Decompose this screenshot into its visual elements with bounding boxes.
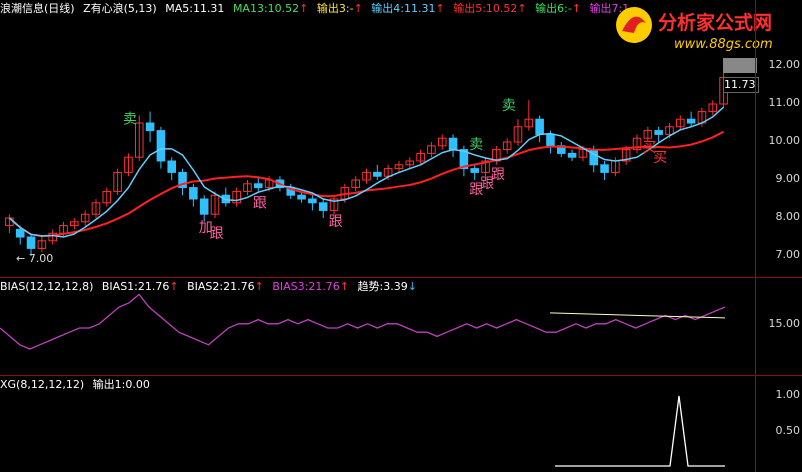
bias-chart[interactable] [0,280,755,374]
candle-body [145,122,155,132]
candle-body [686,118,696,124]
candle-body [600,164,609,173]
signal-label: 跟 [253,195,267,211]
candle-body [189,187,198,200]
last-price-value: 11.73 [724,78,756,91]
low-price-label: ← 7.00 [16,252,54,265]
signal-label: 跟 [491,167,505,183]
axis-tick: 7.00 [775,248,801,261]
axis-tick: 12.00 [768,58,801,71]
signal-label: 卖 [502,98,516,114]
candle-body [546,133,555,147]
signal-label: 买 [653,150,667,166]
candle-body [448,137,458,151]
candle-body [15,228,25,238]
xg-panel[interactable]: XG(8,12,12,12) 输出1:0.00 [0,378,755,472]
candle-body [297,194,306,200]
candle-body [654,130,663,135]
candle-body [254,183,263,189]
axis-tick: 10.00 [768,134,801,147]
axis-tick: 9.00 [775,172,801,185]
candle-body [373,171,382,177]
axis-tick: 0.50 [775,424,801,437]
xg-signal-line [555,395,725,467]
bias-line [0,293,726,350]
signal-label: 卖 [123,111,137,127]
candle-body [308,198,317,204]
axis-tick: 8.00 [775,210,801,223]
signal-label: 跟 [210,226,224,242]
xg-chart[interactable] [0,378,755,472]
ma13-line [8,130,725,238]
candle-body [470,168,479,173]
candle-body [318,202,328,211]
candle-body [535,118,544,135]
axis-tick: 11.00 [768,96,801,109]
candle-body [156,130,166,162]
candle-body [26,236,36,249]
low-price-value: 7.00 [28,252,54,265]
bias-panel[interactable]: BIAS(12,12,12,8) BIAS1:21.76↑ BIAS2:21.7… [0,280,755,374]
last-price-tag: 11.73 [723,77,759,93]
axis-tick: 15.00 [768,317,801,330]
axis-tick: 1.00 [775,388,801,401]
trend-line [549,312,726,319]
candle-body [567,152,577,158]
candle-body [167,160,177,173]
signal-label: 跟 [329,214,343,230]
candle-body [199,198,209,215]
signal-label: 卖 [469,137,483,153]
